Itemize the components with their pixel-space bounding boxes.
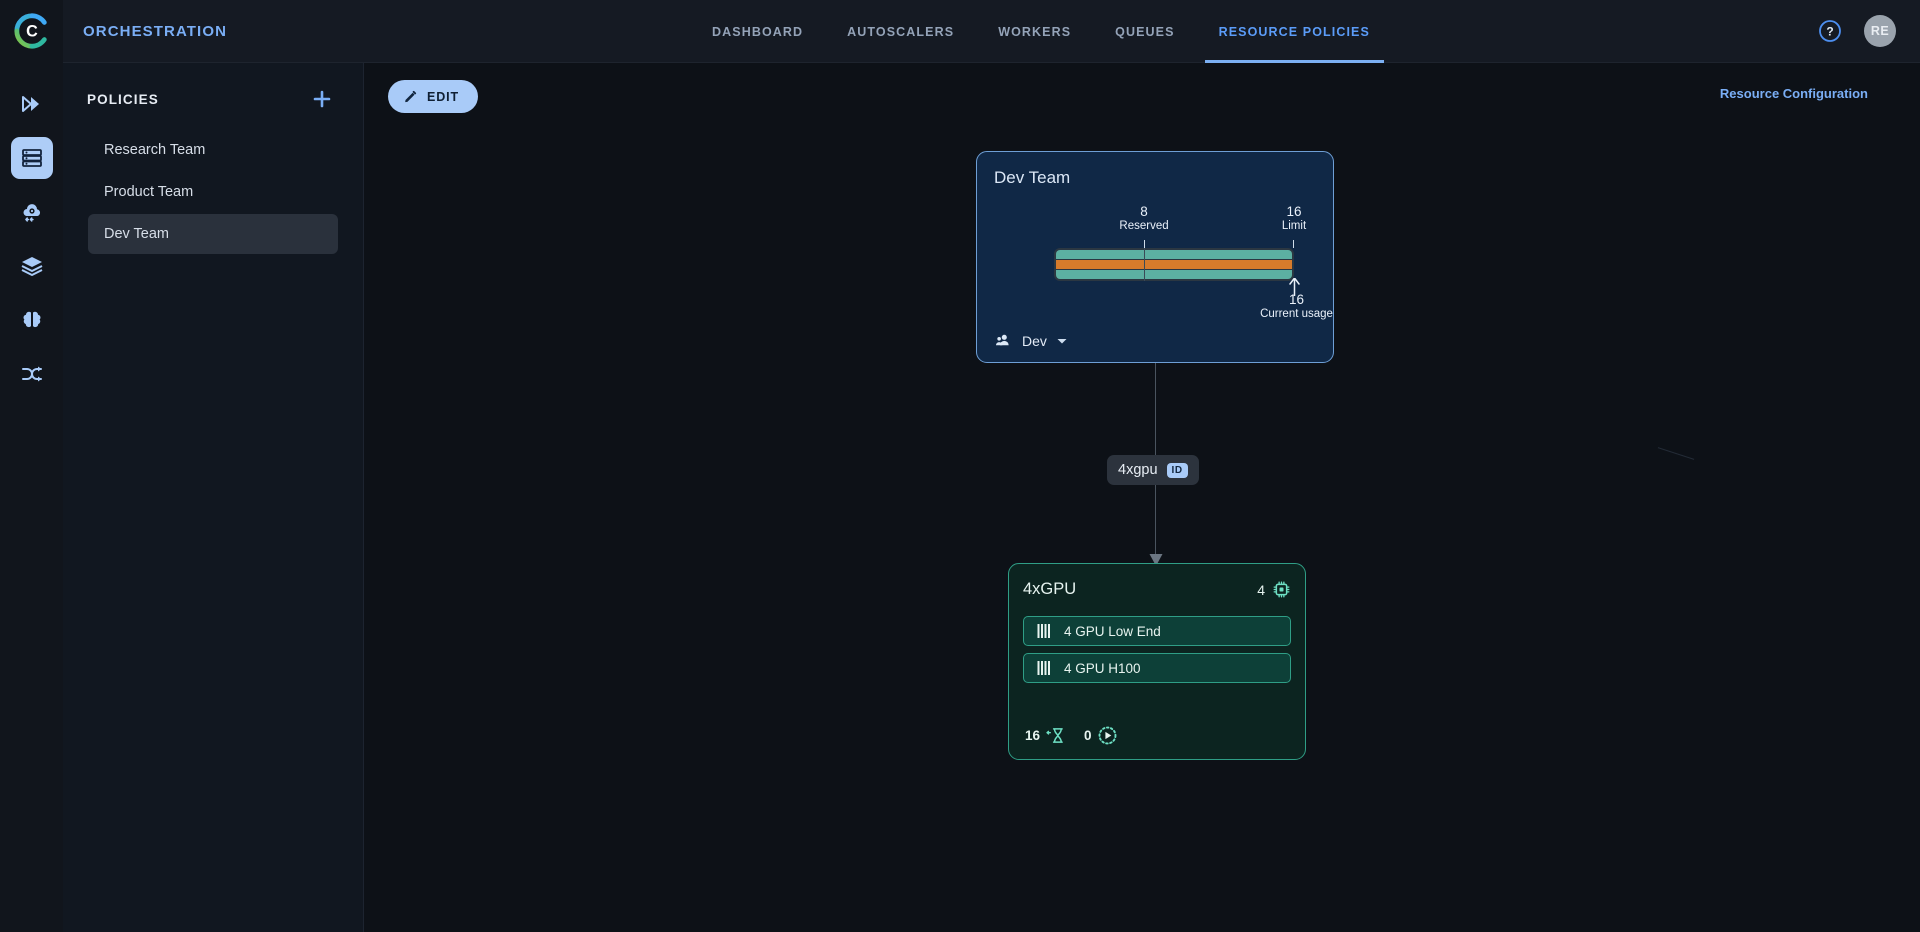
svg-text:C: C	[26, 23, 38, 41]
edge-id-badge: ID	[1167, 463, 1188, 478]
tab-queues[interactable]: QUEUES	[1093, 0, 1196, 63]
users-group-icon	[994, 331, 1013, 350]
tab-dashboard[interactable]: DASHBOARD	[690, 0, 825, 63]
gpu-node-title: 4xGPU	[1023, 580, 1076, 599]
canvas-artifact-line	[1658, 447, 1694, 460]
workflow-shuffle-icon	[20, 362, 44, 386]
team-gauge: 8 Reserved 16 Limit	[994, 204, 1316, 316]
top-bar: C ORCHESTRATION DASHBOARD AUTOSCALERS WO…	[0, 0, 1920, 63]
gauge-tick-reserved	[1144, 240, 1145, 248]
team-node-group-label: Dev	[1022, 333, 1047, 349]
policies-header: POLICIES	[63, 63, 363, 112]
chevron-down-icon	[1056, 335, 1068, 347]
help-circle-icon[interactable]: ?	[1818, 19, 1842, 43]
rail-item-servers[interactable]	[11, 137, 53, 179]
gauge-current-usage-label: 16 Current usage	[1234, 292, 1359, 321]
policy-list: Research Team Product Team Dev Team	[63, 130, 363, 254]
rail-item-fast-forward[interactable]	[11, 83, 53, 125]
gauge-reserved-value: 8	[1104, 204, 1184, 220]
graph-canvas[interactable]: EDIT Resource Configuration Dev Team 8 R…	[364, 63, 1920, 932]
team-node-dev-team[interactable]: Dev Team 8 Reserved 16 Limit	[976, 151, 1334, 363]
avatar[interactable]: RE	[1864, 15, 1896, 47]
gpu-node-stats: 16 0	[1025, 726, 1117, 745]
layers-icon	[20, 254, 44, 278]
gpu-row-h100[interactable]: 4 GPU H100	[1023, 653, 1291, 683]
policies-panel: POLICIES Research Team Product Team Dev …	[63, 63, 364, 932]
gauge-reserved-caption: Reserved	[1104, 220, 1184, 233]
gpu-stat-queued-value: 16	[1025, 728, 1040, 743]
circular-c-logo-icon: C	[13, 12, 51, 50]
edge-label-badge[interactable]: 4xgpu ID	[1107, 455, 1199, 485]
app-root: C ORCHESTRATION DASHBOARD AUTOSCALERS WO…	[0, 0, 1920, 932]
gpu-row-low-end-label: 4 GPU Low End	[1064, 624, 1161, 639]
team-node-title: Dev Team	[994, 168, 1316, 188]
server-rack-icon	[20, 146, 44, 170]
edge-label-text: 4xgpu	[1118, 462, 1158, 478]
svg-text:?: ?	[1826, 25, 1833, 39]
app-logo[interactable]: C	[0, 0, 63, 63]
gpu-bars-icon	[1037, 624, 1053, 638]
policy-item-research-team[interactable]: Research Team	[88, 130, 338, 170]
resource-configuration-link[interactable]: Resource Configuration	[1720, 86, 1868, 101]
app-title: ORCHESTRATION	[83, 23, 227, 40]
gpu-row-low-end[interactable]: 4 GPU Low End	[1023, 616, 1291, 646]
rail-item-cloud-settings[interactable]	[11, 191, 53, 233]
hourglass-queued-icon	[1046, 727, 1065, 744]
gauge-current-usage-value: 16	[1234, 292, 1359, 308]
gpu-node-chip-count-value: 4	[1257, 582, 1265, 598]
gpu-row-h100-label: 4 GPU H100	[1064, 661, 1141, 676]
gpu-node-4xgpu[interactable]: 4xGPU 4	[1008, 563, 1306, 760]
main-nav: DASHBOARD AUTOSCALERS WORKERS QUEUES RES…	[690, 0, 1392, 63]
gauge-current-usage-caption: Current usage	[1234, 308, 1359, 321]
tab-resource-policies[interactable]: RESOURCE POLICIES	[1197, 0, 1392, 63]
gpu-stat-running: 0	[1084, 726, 1117, 745]
gpu-stat-queued: 16	[1025, 727, 1065, 744]
add-policy-button[interactable]	[309, 86, 335, 112]
rail-item-layers[interactable]	[11, 245, 53, 287]
pencil-icon	[403, 89, 418, 104]
gpu-bars-icon	[1037, 661, 1053, 675]
gauge-bar-top-teal	[1056, 250, 1292, 259]
gpu-node-header: 4xGPU 4	[1023, 580, 1291, 599]
rail-item-workflows[interactable]	[11, 353, 53, 395]
fast-forward-icon	[20, 92, 44, 116]
gauge-limit-caption: Limit	[1254, 220, 1334, 233]
top-bar-right: ? RE	[1818, 15, 1896, 47]
gpu-node-chip-count: 4	[1257, 580, 1291, 599]
cpu-chip-icon	[1272, 580, 1291, 599]
plus-icon	[312, 89, 332, 109]
gauge-tick-limit	[1293, 240, 1294, 248]
policies-title: POLICIES	[87, 92, 159, 107]
icon-rail	[0, 63, 63, 932]
edit-button-label: EDIT	[427, 90, 459, 104]
tab-autoscalers[interactable]: AUTOSCALERS	[825, 0, 976, 63]
team-node-group-selector[interactable]: Dev	[994, 331, 1068, 350]
gpu-stat-running-value: 0	[1084, 728, 1092, 743]
gauge-bar-bottom-teal	[1056, 270, 1292, 279]
gauge-bar-divider	[1144, 248, 1145, 281]
gpu-row-list: 4 GPU Low End 4 GPU H100	[1023, 616, 1291, 683]
gauge-bars	[1054, 248, 1294, 281]
gauge-limit-label: 16 Limit	[1254, 204, 1334, 233]
gauge-limit-value: 16	[1254, 204, 1334, 220]
cloud-gear-icon	[20, 200, 44, 224]
rail-item-models[interactable]	[11, 299, 53, 341]
tab-workers[interactable]: WORKERS	[976, 0, 1093, 63]
gauge-reserved-label: 8 Reserved	[1104, 204, 1184, 233]
gauge-bar-middle-orange	[1056, 260, 1292, 269]
policy-item-dev-team[interactable]: Dev Team	[88, 214, 338, 254]
brain-icon	[20, 308, 44, 332]
policy-item-product-team[interactable]: Product Team	[88, 172, 338, 212]
edit-button[interactable]: EDIT	[388, 80, 478, 113]
running-play-icon	[1098, 726, 1117, 745]
